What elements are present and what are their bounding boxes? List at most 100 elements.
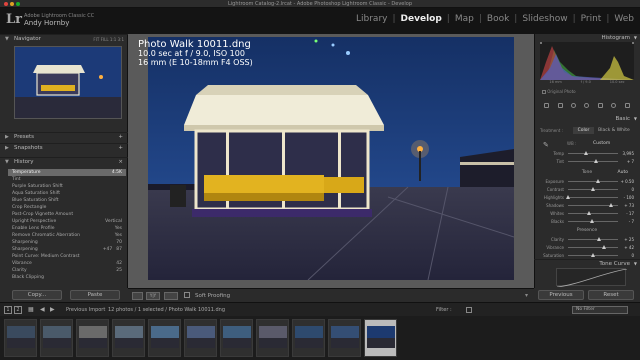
history-item[interactable]: Crop Rectangle (8, 204, 126, 211)
zoom-fit[interactable]: FIT (93, 37, 99, 42)
red-eye-icon[interactable] (584, 102, 590, 108)
history-header[interactable]: ▼ History × (0, 157, 128, 166)
history-item[interactable]: Temperature 4.5K (8, 169, 126, 176)
filmstrip-thumbnail[interactable] (364, 319, 397, 357)
slider-track[interactable] (568, 197, 618, 198)
filmstrip-thumbnail[interactable] (76, 319, 109, 357)
spot-removal-icon[interactable] (571, 102, 577, 108)
slider-value[interactable]: + 25 (620, 236, 634, 243)
module-book[interactable]: Book (487, 14, 509, 24)
module-slideshow[interactable]: Slideshow (522, 14, 567, 24)
history-item[interactable]: Aqua Saturation Shift (8, 190, 126, 197)
previous-button[interactable]: Previous (538, 290, 584, 300)
clear-history-icon[interactable]: × (118, 158, 123, 167)
slider-value[interactable]: - 7 (620, 218, 634, 225)
filmstrip-thumbnail[interactable] (4, 319, 37, 357)
slider-value[interactable]: - 100 (620, 194, 634, 201)
zoom-3-1[interactable]: 3:1 (118, 37, 124, 42)
slider-track[interactable] (568, 239, 618, 240)
add-preset-icon[interactable]: + (118, 133, 123, 142)
slider-shadows[interactable]: Shadows + 73 (540, 202, 634, 209)
history-item[interactable]: Remove Chromatic Aberration Yes (8, 232, 126, 239)
zoom-fill[interactable]: FILL (101, 37, 109, 42)
slider-whites[interactable]: Whites - 17 (540, 210, 634, 217)
history-item[interactable]: Point Curve: Medium Contrast (8, 253, 126, 260)
slider-vibrance[interactable]: Vibrance + 42 (540, 244, 634, 251)
before-after-options-icon[interactable] (164, 292, 178, 300)
crop-tool-icon[interactable] (557, 102, 563, 108)
slider-value[interactable]: 0 (620, 186, 634, 193)
forward-arrow-icon[interactable]: ▶ (50, 303, 55, 317)
filter-dropdown[interactable]: No Filter (572, 306, 628, 314)
wb-preset[interactable]: Custom (593, 141, 610, 146)
history-item[interactable]: Enable Lens Profile Yes (8, 225, 126, 232)
history-item[interactable]: Upright Perspective Vertical (8, 218, 126, 225)
radial-filter-icon[interactable] (611, 102, 617, 108)
toolbar-menu-icon[interactable]: ▾ (525, 289, 528, 303)
add-snapshot-icon[interactable]: + (118, 144, 123, 153)
tone-curve-graph[interactable] (556, 268, 628, 288)
before-after-icon[interactable]: Y|Y (146, 292, 160, 300)
module-library[interactable]: Library (356, 14, 387, 24)
history-item[interactable]: Vibrance 42 (8, 260, 126, 267)
history-item[interactable]: Purple Saturation Shift (8, 183, 126, 190)
adjustment-brush-icon[interactable] (624, 102, 630, 108)
slider-value[interactable]: 0 (620, 252, 634, 259)
presets-header[interactable]: ▶ Presets + (0, 132, 128, 141)
filmstrip-thumbnail[interactable] (256, 319, 289, 357)
paste-settings-button[interactable]: Paste (70, 290, 120, 300)
slider-contrast[interactable]: Contrast 0 (540, 186, 634, 193)
slider-knob[interactable] (589, 219, 594, 223)
navigator-header[interactable]: ▼ Navigator FIT FILL 1:1 3:1 (0, 34, 128, 43)
loupe-view-icon[interactable] (132, 292, 143, 300)
main-photo[interactable] (148, 37, 514, 280)
histogram[interactable] (540, 42, 634, 80)
filmstrip-thumbnail[interactable] (184, 319, 217, 357)
history-item[interactable]: Blue Saturation Shift (8, 197, 126, 204)
slider-knob[interactable] (587, 211, 591, 215)
slider-knob[interactable] (591, 253, 595, 257)
slider-knob[interactable] (609, 203, 613, 207)
module-map[interactable]: Map (455, 14, 474, 24)
grid-view-icon[interactable]: ▦ (28, 303, 34, 317)
slider-knob[interactable] (597, 237, 601, 241)
slider-knob[interactable] (566, 195, 570, 199)
slider-track[interactable] (568, 181, 618, 182)
page-1-button[interactable]: 1 (4, 306, 12, 314)
slider-track[interactable] (568, 153, 618, 154)
history-item[interactable]: Sharpening 70 (8, 239, 126, 246)
history-item[interactable]: Sharpening +47 87 (8, 246, 126, 253)
slider-knob[interactable] (596, 179, 600, 183)
filmstrip-thumbnail[interactable] (112, 319, 145, 357)
snapshots-header[interactable]: ▶ Snapshots + (0, 143, 128, 152)
slider-blacks[interactable]: Blacks - 7 (540, 218, 634, 225)
slider-value[interactable]: + 0.50 (620, 178, 634, 185)
slider-value[interactable]: + 73 (620, 202, 634, 209)
history-item[interactable]: Post-Crop Vignette Amount (8, 211, 126, 218)
slider-temp[interactable]: Temp 3,995 (540, 150, 634, 157)
slider-knob[interactable] (591, 187, 595, 191)
module-web[interactable]: Web (614, 14, 634, 24)
slider-knob[interactable] (601, 245, 606, 249)
page-2-button[interactable]: 2 (14, 306, 22, 314)
original-photo-checkbox[interactable] (542, 90, 546, 94)
history-item[interactable]: Black Clipping (8, 274, 126, 281)
slider-exposure[interactable]: Exposure + 0.50 (540, 178, 634, 185)
reset-button[interactable]: Reset (588, 290, 634, 300)
slider-value[interactable]: + 7 (620, 158, 634, 165)
slider-knob[interactable] (583, 151, 588, 155)
filmstrip-source[interactable]: Previous Import (66, 303, 105, 317)
basic-header[interactable]: Basic ▼ (534, 115, 640, 123)
soft-proofing-checkbox[interactable] (184, 292, 190, 298)
slider-value[interactable]: + 42 (620, 244, 634, 251)
auto-tone-button[interactable]: Auto (618, 170, 628, 175)
filmstrip-thumbnail[interactable] (220, 319, 253, 357)
filmstrip-thumbnail[interactable] (148, 319, 181, 357)
copy-settings-button[interactable]: Copy... (12, 290, 62, 300)
zoom-1-1[interactable]: 1:1 (110, 37, 116, 42)
slider-highlights[interactable]: Highlights - 100 (540, 194, 634, 201)
treatment-bw[interactable]: Black & White (595, 127, 633, 134)
slider-value[interactable]: 3,995 (620, 150, 634, 157)
slider-value[interactable]: - 17 (620, 210, 634, 217)
filmstrip-thumbnail[interactable] (328, 319, 361, 357)
